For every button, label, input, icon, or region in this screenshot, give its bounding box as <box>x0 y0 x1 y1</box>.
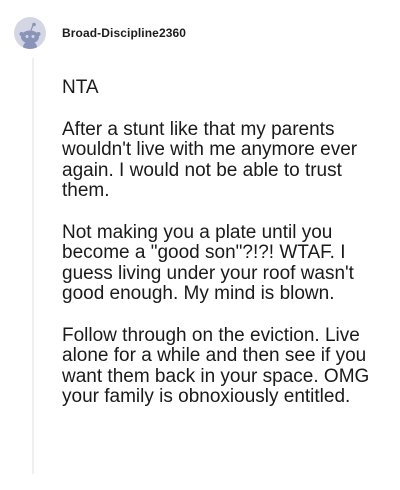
thread-line[interactable] <box>32 58 34 474</box>
comment-paragraph: Follow through on the eviction. Live alo… <box>62 324 370 407</box>
comment-paragraph: NTA <box>62 77 99 98</box>
comment-card: Broad-Discipline2360 NTA After a stunt l… <box>0 0 400 490</box>
comment-author[interactable]: Broad-Discipline2360 <box>62 26 186 40</box>
comment-paragraph: Not making you a plate until you become … <box>62 221 354 304</box>
comment-paragraph: After a stunt like that my parents would… <box>62 118 358 201</box>
comment-body: NTA After a stunt like that my parents w… <box>62 77 380 429</box>
reddit-snoo-avatar-icon <box>19 22 41 49</box>
comment-header: Broad-Discipline2360 <box>14 16 186 50</box>
avatar[interactable] <box>14 17 46 49</box>
